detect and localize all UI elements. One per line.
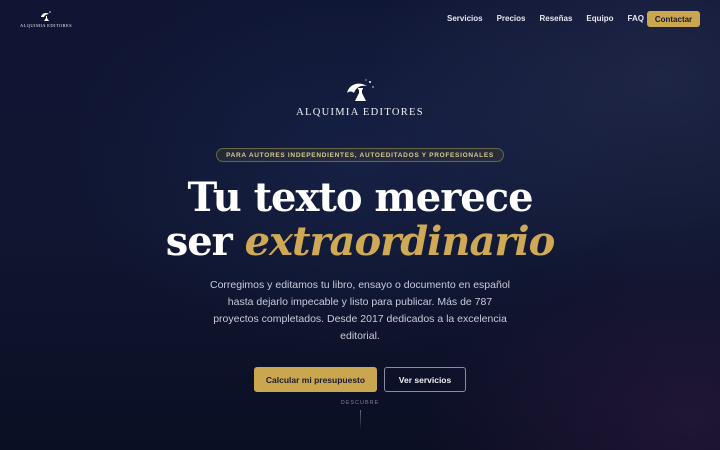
headline-line-1: Tu texto merece — [187, 174, 533, 221]
headline-accent-word: extraordinario — [244, 218, 556, 265]
nav-link-precios[interactable]: Precios — [497, 11, 526, 27]
audience-badge-wrap: PARA AUTORES INDEPENDIENTES, AUTOEDITADO… — [0, 148, 720, 162]
nav-links: Servicios Precios Reseñas Equipo FAQ — [447, 11, 644, 27]
scroll-hint-line — [360, 410, 361, 428]
scroll-hint-label[interactable]: DESCUBRE — [0, 400, 720, 406]
brand-mark: ALQUIMIA EDITORES — [0, 78, 720, 118]
nav-link-servicios[interactable]: Servicios — [447, 11, 483, 27]
alchemy-flask-emblem-icon — [347, 79, 374, 101]
top-navbar: ALQUIMIA EDITORES Servicios Precios Rese… — [0, 0, 720, 38]
calculate-quote-button[interactable]: Calcular mi presupuesto — [254, 367, 377, 392]
brand-name: ALQUIMIA EDITORES — [296, 107, 424, 118]
nav-link-resenas[interactable]: Reseñas — [539, 11, 572, 27]
audience-badge: PARA AUTORES INDEPENDIENTES, AUTOEDITADO… — [216, 148, 504, 162]
hero-headline: Tu texto merece ser extraordinario — [0, 176, 720, 264]
nav-logo-text: ALQUIMIA EDITORES — [19, 23, 73, 28]
view-services-button[interactable]: Ver servicios — [384, 367, 466, 392]
contact-button[interactable]: Contactar — [647, 11, 700, 27]
headline-line-2-plain: ser — [165, 218, 233, 265]
hero-description: Corregimos y editamos tu libro, ensayo o… — [210, 279, 510, 342]
alchemy-flask-logo-icon — [41, 11, 51, 21]
nav-logo[interactable]: ALQUIMIA EDITORES — [19, 10, 73, 28]
nav-link-equipo[interactable]: Equipo — [586, 11, 613, 27]
nav-link-faq[interactable]: FAQ — [628, 11, 644, 27]
